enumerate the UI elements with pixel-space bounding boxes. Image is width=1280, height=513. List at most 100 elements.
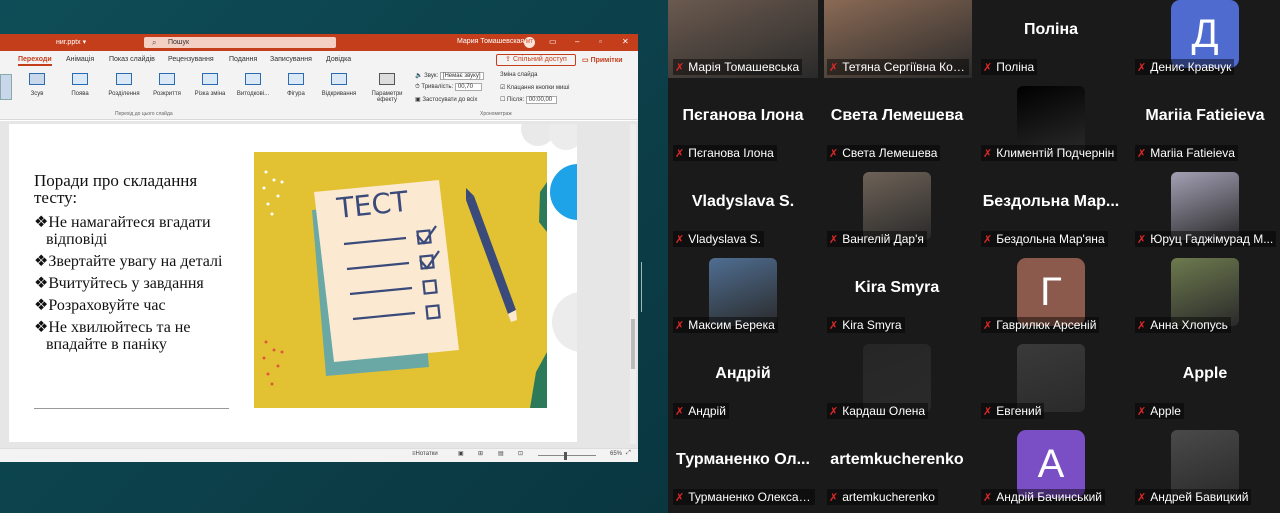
participant-tile[interactable]: ✗ Кардаш Олена (822, 344, 972, 422)
participant-tile[interactable]: Kira Smyra ✗ Kira Smyra (822, 258, 972, 336)
participant-video (863, 172, 931, 240)
participant-label-text: Света Лемешева (842, 146, 938, 160)
participant-tile[interactable]: Бездольна Мар... ✗ Бездольна Мар'яна (976, 172, 1126, 250)
transition-icon (331, 73, 347, 85)
effect-split[interactable]: Розділення (104, 73, 144, 97)
reading-view-icon[interactable]: ▤ (498, 450, 504, 457)
participant-tile[interactable]: Vladyslava S. ✗ Vladyslava S. (668, 172, 818, 250)
participant-tile[interactable]: ✗ Вангелій Дар'я (822, 172, 972, 250)
participant-tile[interactable]: ✗ Максим Берека (668, 258, 818, 336)
participant-tile[interactable]: Д ✗ Денис Кравчук (1130, 0, 1280, 78)
participant-tile[interactable]: ✗ Андрей Бавицкий (1130, 430, 1280, 508)
transition-icon (202, 73, 218, 85)
on-mouse-click-checkbox[interactable]: ☑ Клацання кнопки миші (500, 84, 570, 91)
ribbon: Зсув Поява Розділення Розкриття Різка зм… (0, 68, 638, 120)
file-name[interactable]: ниг.pptx ▾ (56, 38, 86, 46)
bullet-icon: ❖ (34, 253, 49, 270)
fit-slide-icon[interactable]: ⤢ (626, 450, 631, 457)
slide-editing-area: Поради про складання тесту: ❖Не намагайт… (0, 121, 638, 448)
effect-uncover[interactable]: Відкривання (319, 73, 359, 97)
effect-appear[interactable]: Поява (60, 73, 100, 97)
participant-video (1017, 344, 1085, 412)
tab-help[interactable]: Довідка (326, 56, 351, 63)
effect-shape[interactable]: Фігура (276, 73, 316, 97)
after-label: Після: (507, 97, 525, 103)
participant-name-label: ✗ Света Лемешева (827, 145, 941, 161)
participant-tile[interactable]: Света Лемешева ✗ Света Лемешева (822, 86, 972, 164)
minimize-icon[interactable]: – (575, 37, 579, 46)
duration-control[interactable]: ⏱ Тривалість: 00,70 (415, 83, 482, 91)
effect-reveal[interactable]: Розкриття (147, 73, 187, 97)
tip-text: Не намагайтеся вгадати відповіді (46, 214, 211, 248)
mic-muted-icon: ✗ (829, 492, 839, 504)
sound-select[interactable]: [Немає звуку] (439, 72, 484, 80)
participant-tile[interactable]: ✗ Климентій Подчернін (976, 86, 1126, 164)
participant-label-text: Kira Smyra (842, 318, 902, 332)
participant-name-label: ✗ Марія Томашевська (673, 59, 803, 75)
participant-tile[interactable]: Турманенко Ол... ✗ Турманенко Олексан... (668, 430, 818, 508)
normal-view-icon[interactable]: ▣ (458, 450, 464, 457)
apply-all-button[interactable]: ▣ Застосувати до всіх (415, 96, 477, 103)
after-input[interactable]: 00:00,00 (525, 96, 558, 104)
decor-circle (549, 124, 577, 150)
user-avatar[interactable]: МТ (524, 37, 535, 48)
tab-recording[interactable]: Записування (270, 56, 312, 63)
tab-animations[interactable]: Анімація (66, 56, 94, 63)
participant-name-label: ✗ Mariia Fatieieva (1135, 145, 1238, 161)
ribbon-display-icon[interactable]: ▭ (549, 37, 557, 46)
participant-tile[interactable]: artemkucherenko ✗ artemkucherenko (822, 430, 972, 508)
tab-slideshow[interactable]: Показ слайдів (109, 56, 155, 63)
participant-tile[interactable]: Поліна ✗ Поліна (976, 0, 1126, 78)
mic-muted-icon: ✗ (829, 234, 839, 246)
effect-shift[interactable]: Зсув (17, 73, 57, 97)
slideshow-view-icon[interactable]: ⊡ (518, 450, 523, 457)
transition-icon (29, 73, 45, 85)
transition-icon (245, 73, 261, 85)
search-box[interactable]: ⌕ Пошук (144, 37, 336, 48)
effect-none-tile[interactable] (0, 74, 12, 100)
participant-tile[interactable]: Apple ✗ Apple (1130, 344, 1280, 422)
zoom-level[interactable]: 65% (610, 451, 622, 457)
duration-input[interactable]: 00,70 (454, 83, 482, 91)
participant-avatar: А (1017, 430, 1085, 498)
effect-label: Поява (71, 91, 89, 97)
participant-label-text: Vladyslava S. (688, 232, 761, 246)
tip-item: ❖Не хвилюйтесь та не впадайте в паніку (34, 319, 239, 353)
participant-tile[interactable]: ✗ Тетяна Сергіївна Кова... (822, 0, 972, 78)
participant-tile[interactable]: ✗ Марія Томашевська (668, 0, 818, 78)
zoom-slider[interactable] (538, 455, 596, 456)
sound-control[interactable]: 🔈 Звук: [Немає звуку] (415, 72, 484, 80)
maximize-icon[interactable]: ▫ (599, 37, 602, 46)
participant-tile[interactable]: Mariia Fatieieva ✗ Mariia Fatieieva (1130, 86, 1280, 164)
vertical-scrollbar[interactable] (630, 124, 636, 444)
effect-label: Розкриття (153, 91, 181, 97)
mic-muted-icon: ✗ (829, 148, 839, 160)
split-handle[interactable] (641, 262, 646, 312)
group-timing-label: Хронометраж (480, 111, 512, 117)
zoom-slider-thumb[interactable] (564, 452, 567, 460)
participant-tile[interactable]: ✗ Евгений (976, 344, 1126, 422)
close-icon[interactable]: ✕ (622, 37, 629, 46)
tab-review[interactable]: Рецензування (168, 56, 214, 63)
user-name[interactable]: Мария Томашевская (457, 38, 524, 45)
tab-view[interactable]: Подання (229, 56, 257, 63)
sorter-view-icon[interactable]: ⊞ (478, 450, 483, 457)
participant-tile[interactable]: А ✗ Андрій Бачинський (976, 430, 1126, 508)
participant-name-label: ✗ Юруц Гаджімурад М... (1135, 231, 1277, 247)
notes-toggle[interactable]: ≡Нотатки (412, 451, 438, 457)
tab-transitions[interactable]: Переходи (18, 56, 52, 66)
participant-tile[interactable]: Андрій ✗ Андрій (668, 344, 818, 422)
participant-tile[interactable]: Г ✗ Гаврилюк Арсеній (976, 258, 1126, 336)
participant-tile[interactable]: ✗ Анна Хлопусь (1130, 258, 1280, 336)
bullet-icon: ❖ (34, 319, 49, 336)
effect-options-button[interactable]: Параметри ефекту (366, 73, 408, 103)
scroll-thumb[interactable] (631, 319, 635, 369)
after-checkbox[interactable]: ☐ Після: 00:00,00 (500, 96, 558, 104)
effect-cut[interactable]: Різка зміна (190, 73, 230, 97)
participant-tile[interactable]: ✗ Юруц Гаджімурад М... (1130, 172, 1280, 250)
notes-button[interactable]: ▭ Примітки (582, 56, 623, 64)
effect-pushes[interactable]: Витодкові... (233, 73, 273, 97)
participant-tile[interactable]: Пєганова Ілона ✗ Пєганова Ілона (668, 86, 818, 164)
share-button[interactable]: ⇪ Спільний доступ (496, 54, 576, 66)
participant-label-text: artemkucherenko (842, 490, 935, 504)
